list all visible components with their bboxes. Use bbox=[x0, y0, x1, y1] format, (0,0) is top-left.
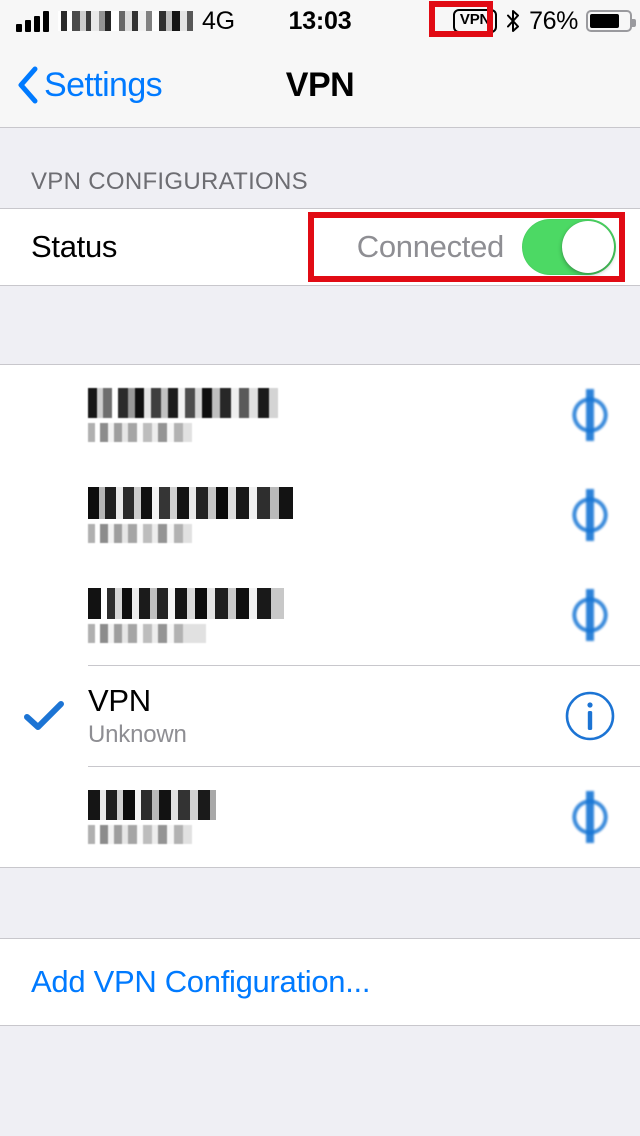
list-item-accessory[interactable] bbox=[564, 690, 616, 742]
bluetooth-icon bbox=[505, 9, 521, 33]
vpn-name: VPN bbox=[88, 682, 151, 718]
selection-indicator bbox=[0, 701, 88, 731]
vpn-toggle[interactable] bbox=[522, 219, 616, 275]
section-gap-1 bbox=[0, 286, 640, 364]
info-circle-icon[interactable] bbox=[564, 489, 616, 541]
list-item[interactable] bbox=[0, 767, 640, 867]
vpn-subtitle-redacted bbox=[88, 825, 192, 844]
battery-percent-label: 76% bbox=[529, 6, 578, 35]
list-item[interactable] bbox=[0, 565, 640, 665]
vpn-configurations-group: VPN Unknown bbox=[0, 364, 640, 868]
info-circle-icon[interactable] bbox=[564, 791, 616, 843]
vpn-name-redacted bbox=[88, 487, 293, 519]
add-vpn-configuration-button[interactable]: Add VPN Configuration... bbox=[0, 938, 640, 1026]
vpn-subtitle-redacted bbox=[88, 524, 192, 543]
vpn-settings-screen: 4G 13:03 VPN 76% Settings VPN VPN CONFIG… bbox=[0, 0, 640, 1136]
status-label: Status bbox=[31, 229, 118, 264]
list-item-text bbox=[88, 587, 284, 643]
status-value: Connected bbox=[356, 229, 505, 264]
info-circle-icon[interactable] bbox=[564, 389, 616, 441]
vpn-name-redacted bbox=[88, 790, 216, 820]
settings-content: VPN CONFIGURATIONS Status Connected VPN … bbox=[0, 129, 640, 1136]
list-item-accessory[interactable] bbox=[564, 589, 616, 641]
list-item-vpn[interactable]: VPN Unknown bbox=[0, 666, 640, 766]
battery-icon bbox=[586, 10, 636, 32]
list-item-accessory[interactable] bbox=[564, 389, 616, 441]
list-item-text bbox=[88, 487, 293, 543]
status-bar: 4G 13:03 VPN 76% bbox=[0, 0, 640, 42]
info-circle-icon[interactable] bbox=[564, 589, 616, 641]
vpn-subtitle: Unknown bbox=[88, 721, 187, 749]
section-header-vpn-configurations: VPN CONFIGURATIONS bbox=[31, 168, 308, 195]
vpn-toggle-knob bbox=[562, 221, 614, 273]
status-bar-right: VPN 76% bbox=[452, 0, 636, 42]
status-row[interactable]: Status Connected bbox=[0, 209, 640, 285]
vpn-name-redacted bbox=[88, 388, 278, 418]
checkmark-icon bbox=[24, 701, 64, 731]
list-item[interactable] bbox=[0, 465, 640, 565]
vpn-name-redacted bbox=[88, 587, 284, 619]
status-group: Status Connected bbox=[0, 208, 640, 286]
list-item-text: VPN Unknown bbox=[88, 682, 187, 749]
list-item-accessory[interactable] bbox=[564, 791, 616, 843]
page-title: VPN bbox=[285, 65, 355, 104]
section-gap-2 bbox=[0, 868, 640, 938]
vpn-subtitle-redacted bbox=[88, 423, 192, 442]
status-row-right: Connected bbox=[357, 219, 616, 275]
list-item-text bbox=[88, 388, 278, 442]
list-item-text bbox=[88, 790, 216, 844]
navigation-bar: Settings VPN bbox=[0, 42, 640, 128]
list-item-accessory[interactable] bbox=[564, 489, 616, 541]
add-vpn-configuration-label: Add VPN Configuration... bbox=[31, 964, 371, 999]
info-circle-icon[interactable] bbox=[564, 690, 616, 742]
list-item[interactable] bbox=[0, 365, 640, 465]
vpn-subtitle-redacted bbox=[88, 623, 206, 643]
vpn-status-badge: VPN bbox=[452, 9, 498, 33]
